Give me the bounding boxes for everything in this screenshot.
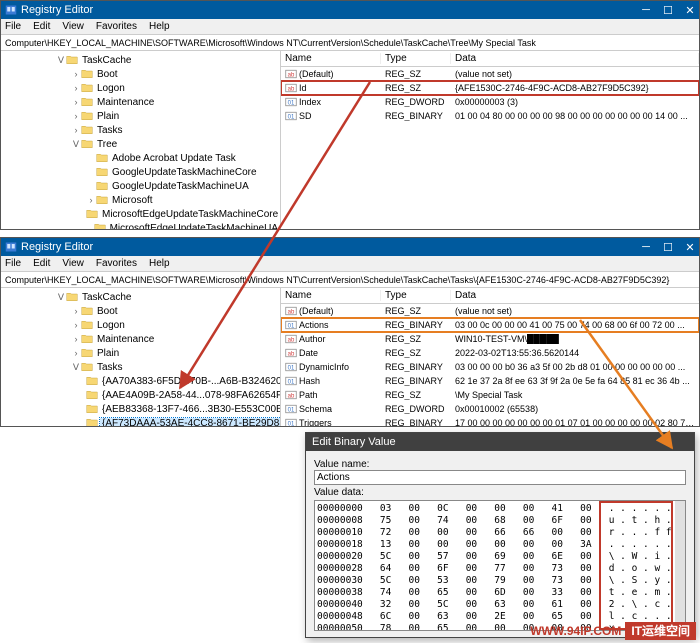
tree-item[interactable]: GoogleUpdateTaskMachineCore <box>1 165 280 179</box>
regedit-icon <box>5 241 17 253</box>
window-title-2: Registry Editor <box>21 241 93 253</box>
value-row[interactable]: abDateREG_SZ2022-03-02T13:55:36.5620144 <box>281 346 699 360</box>
tree-item[interactable]: {AEB83368-13F7-466...3B30-E553C00B5449} <box>1 402 280 416</box>
svg-text:01: 01 <box>288 114 295 120</box>
dialog-title: Edit Binary Value <box>306 433 694 451</box>
value-list-2[interactable]: NameTypeDataab(Default)REG_SZ(value not … <box>281 288 699 426</box>
value-row[interactable]: abPathREG_SZ\My Special Task <box>281 388 699 402</box>
hex-editor[interactable]: 00000000 03 00 0C 00 00 00 41 00 . . . .… <box>314 500 686 631</box>
value-row[interactable]: 01SDREG_BINARY01 00 04 80 00 00 00 00 98… <box>281 109 699 123</box>
menubar-2[interactable]: File Edit View Favorites Help <box>1 256 699 272</box>
value-row[interactable]: 01HashREG_BINARY62 1e 37 2a 8f ee 63 3f … <box>281 374 699 388</box>
value-name-label: Value name: <box>314 459 686 470</box>
value-row[interactable]: abIdREG_SZ{AFE1530C-2746-4F9C-ACD8-AB27F… <box>281 81 699 95</box>
svg-text:ab: ab <box>288 72 295 78</box>
menu-file[interactable]: File <box>5 21 21 32</box>
menu-edit[interactable]: Edit <box>33 21 50 32</box>
ascii-highlight <box>599 501 673 630</box>
svg-text:ab: ab <box>288 351 295 357</box>
address-bar-1[interactable]: Computer\HKEY_LOCAL_MACHINE\SOFTWARE\Mic… <box>1 35 699 51</box>
tree-item[interactable]: {AA70A383-6F5D-470B-...A6B-B324620D9C75} <box>1 374 280 388</box>
value-list-1[interactable]: NameTypeDataab(Default)REG_SZ(value not … <box>281 51 699 229</box>
value-data-label: Value data: <box>314 487 686 498</box>
min-icon: ─ <box>641 4 651 17</box>
regedit-icon <box>5 4 17 16</box>
menu-favorites[interactable]: Favorites <box>96 21 137 32</box>
value-row[interactable]: abAuthorREG_SZWIN10-TEST-VM\█████ <box>281 332 699 346</box>
value-row[interactable]: 01TriggersREG_BINARY17 00 00 00 00 00 00… <box>281 416 699 426</box>
tree-item[interactable]: MicrosoftEdgeUpdateTaskMachineCore <box>1 207 280 221</box>
edit-binary-dialog: Edit Binary Value Value name: Value data… <box>305 432 695 638</box>
svg-text:01: 01 <box>288 323 295 329</box>
window-title-1: Registry Editor <box>21 4 93 16</box>
svg-text:01: 01 <box>288 421 295 426</box>
value-row[interactable]: 01DynamicInfoREG_BINARY03 00 00 00 b0 36… <box>281 360 699 374</box>
value-row[interactable]: 01ActionsREG_BINARY03 00 0c 00 00 00 41 … <box>281 318 699 332</box>
tree-item[interactable]: Adobe Acrobat Update Task <box>1 151 280 165</box>
menu-view[interactable]: View <box>62 21 84 32</box>
svg-text:ab: ab <box>288 309 295 315</box>
tree-pane-2[interactable]: ᐯTaskCache›Boot›Logon›Maintenance›Plainᐯ… <box>1 288 281 426</box>
max-icon: ☐ <box>663 4 673 17</box>
tree-item[interactable]: GoogleUpdateTaskMachineUA <box>1 179 280 193</box>
svg-text:01: 01 <box>288 379 295 385</box>
titlebar-1: Registry Editor ─ ☐ ✕ <box>1 1 699 19</box>
svg-text:01: 01 <box>288 365 295 371</box>
svg-text:ab: ab <box>288 337 295 343</box>
window-controls-1[interactable]: ─ ☐ ✕ <box>641 4 695 17</box>
value-row[interactable]: 01SchemaREG_DWORD0x00010002 (65538) <box>281 402 699 416</box>
value-row[interactable]: 01IndexREG_DWORD0x00000003 (3) <box>281 95 699 109</box>
svg-text:01: 01 <box>288 407 295 413</box>
tree-item[interactable]: MicrosoftEdgeUpdateTaskMachineUA <box>1 221 280 229</box>
tree-item[interactable]: ›Microsoft <box>1 193 280 207</box>
tree-pane-1[interactable]: ᐯTaskCache›Boot›Logon›Maintenance›Plain›… <box>1 51 281 229</box>
window-controls-2[interactable]: ─☐✕ <box>641 241 695 254</box>
menubar-1[interactable]: File Edit View Favorites Help <box>1 19 699 35</box>
tree-item[interactable]: {AAE4A09B-2A58-44...078-98FA62654F7F} <box>1 388 280 402</box>
svg-text:ab: ab <box>288 86 295 92</box>
titlebar-2: Registry Editor ─☐✕ <box>1 238 699 256</box>
svg-text:ab: ab <box>288 393 295 399</box>
watermark: WWW.94IP.COMIT运维空间 <box>530 622 696 639</box>
address-bar-2[interactable]: Computer\HKEY_LOCAL_MACHINE\SOFTWARE\Mic… <box>1 272 699 288</box>
close-icon: ✕ <box>685 4 695 17</box>
tree-item[interactable]: {AF73DAAA-53AE-4CC8-8671-BE29D886B057} <box>1 416 280 426</box>
menu-help[interactable]: Help <box>149 21 170 32</box>
value-row[interactable]: ab(Default)REG_SZ(value not set) <box>281 67 699 81</box>
value-row[interactable]: ab(Default)REG_SZ(value not set) <box>281 304 699 318</box>
value-name-input[interactable] <box>314 470 686 485</box>
svg-text:01: 01 <box>288 100 295 106</box>
